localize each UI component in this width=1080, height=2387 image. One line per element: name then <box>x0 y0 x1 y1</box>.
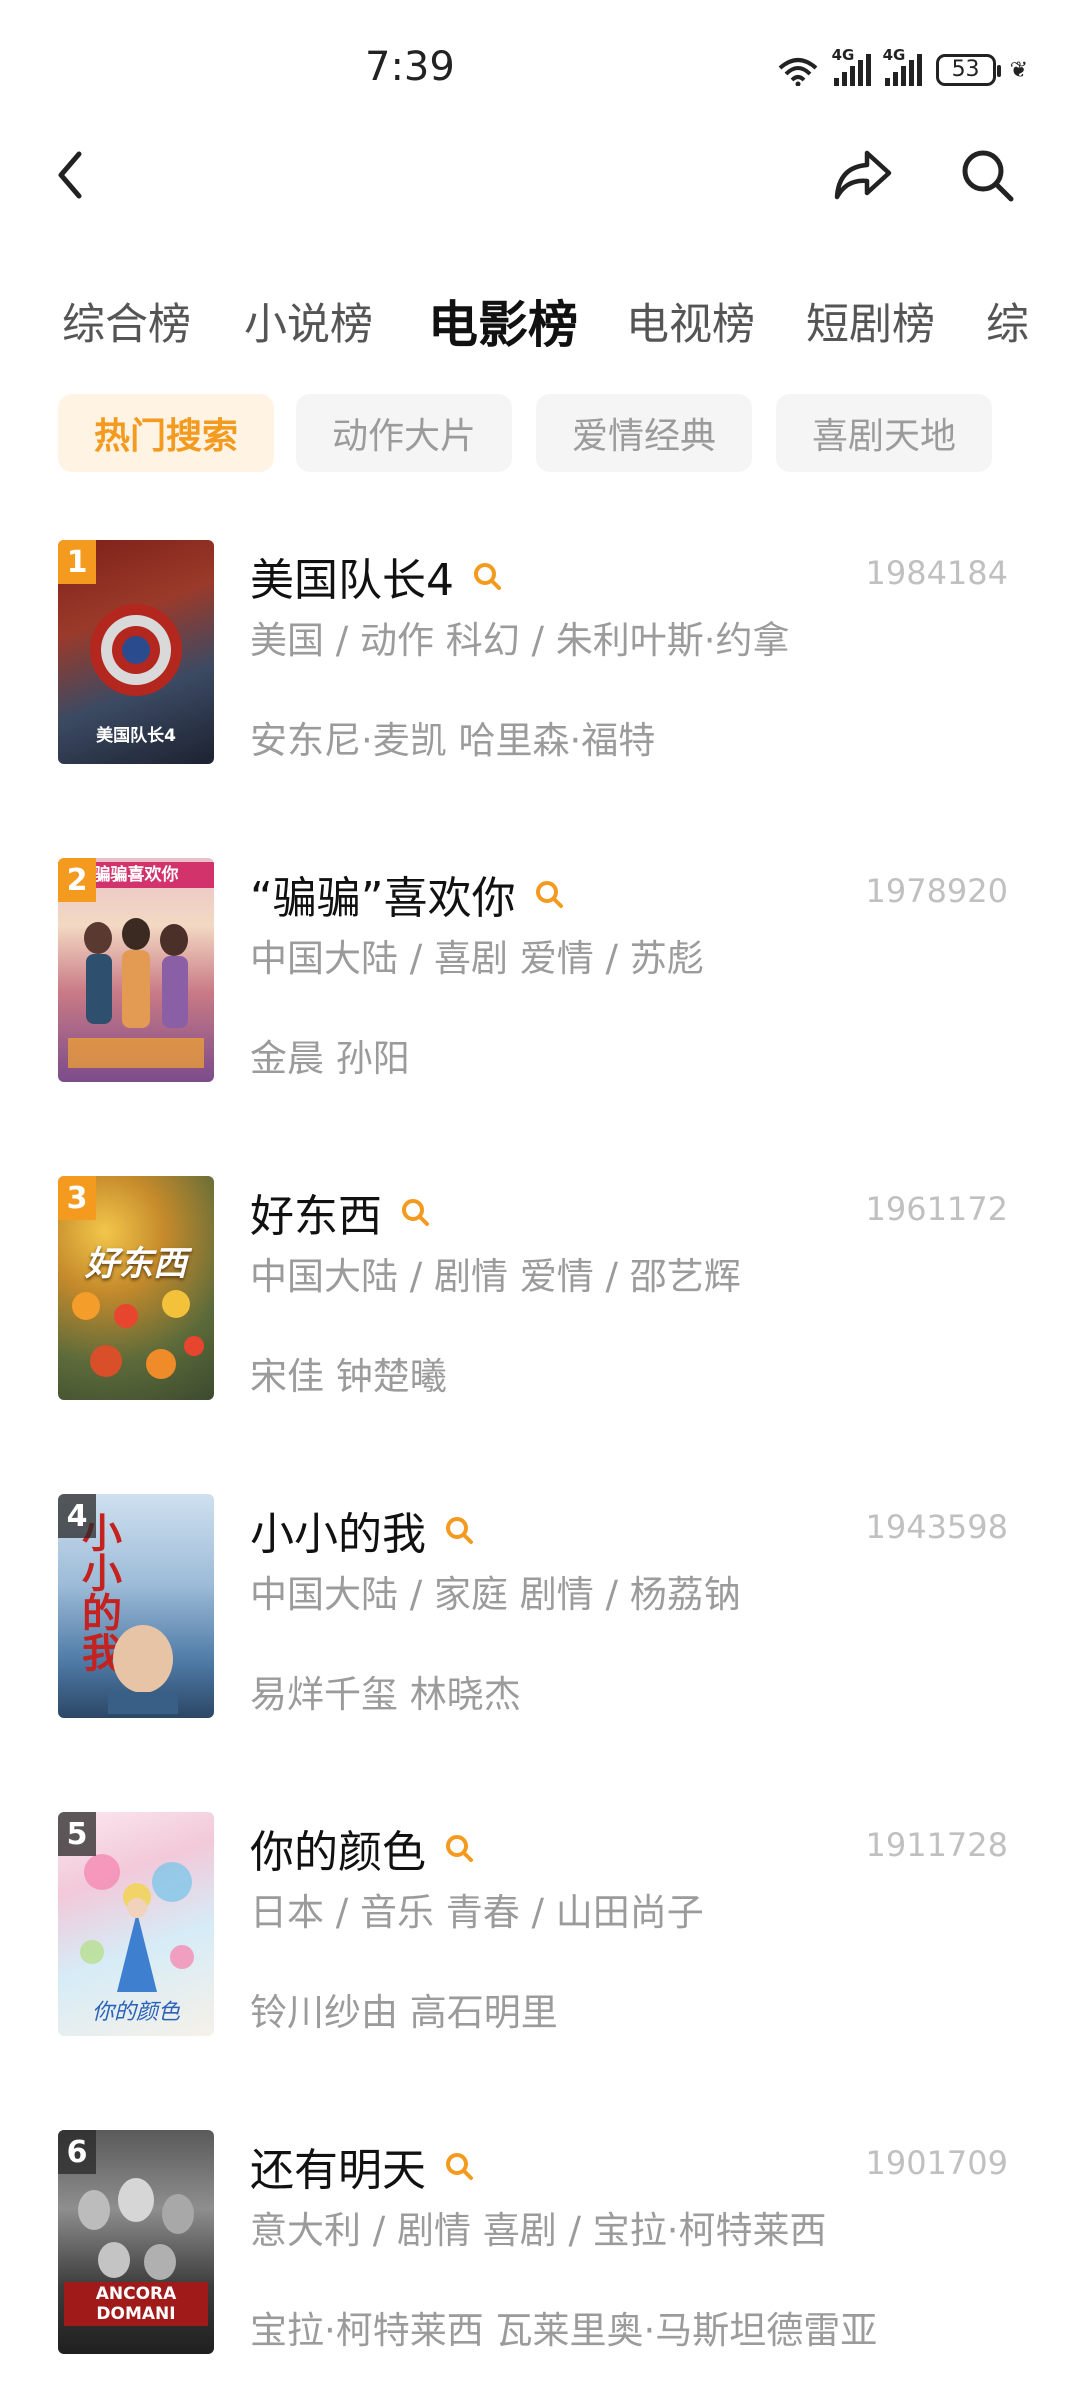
share-button[interactable] <box>828 140 898 210</box>
tab-overall[interactable]: 综合榜 <box>62 290 191 352</box>
search-count: 1943598 <box>865 1508 1008 1546</box>
title-row: “骗骗”喜欢你 <box>250 862 564 926</box>
movie-cast: 金晨 孙阳 <box>250 1037 410 1080</box>
movie-title: 小小的我 <box>250 1509 426 1560</box>
status-icons: 4G 4G 53 ❦ <box>776 46 1028 90</box>
movie-cast: 易烊千玺 林晓杰 <box>250 1673 521 1716</box>
shield-icon <box>90 604 182 696</box>
list-item[interactable]: 美国队长4 1 美国队长4 1984184 美国 / 动作 科幻 / 朱利叶斯·… <box>0 540 1080 780</box>
poster-figures <box>68 918 204 1068</box>
poster-title: ANCORA DOMANI <box>64 2282 208 2326</box>
movie-title: 美国队长4 <box>250 555 454 606</box>
poster: 小小的我 4 <box>58 1494 214 1718</box>
movie-meta: 日本 / 音乐 青春 / 山田尚子 <box>250 1891 704 1934</box>
movie-meta: 美国 / 动作 科幻 / 朱利叶斯·约拿 <box>250 619 790 662</box>
search-icon[interactable] <box>444 1833 474 1863</box>
tab-movie[interactable]: 电影榜 <box>428 290 578 357</box>
search-icon[interactable] <box>444 1515 474 1545</box>
movie-title: 你的颜色 <box>250 1827 426 1878</box>
chevron-left-icon <box>58 151 82 199</box>
movie-cast: 铃川纱由 高石明里 <box>250 1991 558 2034</box>
status-time: 7:39 <box>365 44 455 90</box>
filter-chips: 热门搜索 动作大片 爱情经典 喜剧天地 <box>0 394 1080 472</box>
rank-badge: 4 <box>58 1494 96 1538</box>
movie-title: 还有明天 <box>250 2145 426 2196</box>
movie-title: “骗骗”喜欢你 <box>250 873 516 924</box>
share-icon <box>834 150 892 200</box>
poster: ANCORA DOMANI 6 <box>58 2130 214 2354</box>
poster: 美国队长4 1 <box>58 540 214 764</box>
tab-tv[interactable]: 电视榜 <box>626 290 755 352</box>
list-item[interactable]: 骗骗喜欢你 2 “骗骗”喜欢你 1978920 中国大陆 / 喜剧 爱情 / 苏… <box>0 858 1080 1098</box>
poster-illustration <box>80 1854 194 1992</box>
search-icon[interactable] <box>472 561 502 591</box>
cellular-signal-icon-2: 4G <box>883 46 922 86</box>
status-bar: 7:39 4G 4G 53 ❦ <box>0 0 1080 140</box>
search-icon[interactable] <box>534 879 564 909</box>
tab-short-drama[interactable]: 短剧榜 <box>806 290 935 352</box>
poster-face <box>108 1625 178 1714</box>
header <box>0 140 1080 280</box>
chip-hot-search[interactable]: 热门搜索 <box>58 394 274 472</box>
cellular-signal-icon: 4G <box>832 46 871 86</box>
title-row: 好东西 <box>250 1180 430 1244</box>
movie-title: 好东西 <box>250 1191 382 1242</box>
tab-variety[interactable]: 综 <box>986 290 1029 352</box>
rank-badge: 6 <box>58 2130 96 2174</box>
rank-badge: 2 <box>58 858 96 902</box>
poster-title: 你的颜色 <box>91 2000 180 2025</box>
chip-romance[interactable]: 爱情经典 <box>536 394 752 472</box>
movie-meta: 中国大陆 / 喜剧 爱情 / 苏彪 <box>250 937 704 980</box>
chip-comedy[interactable]: 喜剧天地 <box>776 394 992 472</box>
poster: 好东西 3 <box>58 1176 214 1400</box>
poster: 骗骗喜欢你 2 <box>58 858 214 1082</box>
poster: 你的颜色 5 <box>58 1812 214 2036</box>
search-icon[interactable] <box>444 2151 474 2181</box>
poster-flowers <box>72 1290 204 1379</box>
rank-badge: 5 <box>58 1812 96 1856</box>
search-count: 1911728 <box>865 1826 1008 1864</box>
search-icon <box>962 150 1014 202</box>
search-count: 1961172 <box>865 1190 1008 1228</box>
list-item[interactable]: 你的颜色 5 你的颜色 1911728 日本 / 音乐 青春 / 山田尚子 铃川… <box>0 1812 1080 2052</box>
poster-title: 美国队长4 <box>96 726 176 746</box>
title-row: 你的颜色 <box>250 1816 474 1880</box>
back-button[interactable] <box>40 140 100 210</box>
title-row: 美国队长4 <box>250 544 502 608</box>
title-row: 小小的我 <box>250 1498 474 1562</box>
movie-meta: 意大利 / 剧情 喜剧 / 宝拉·柯特莱西 <box>250 2209 827 2252</box>
list-item[interactable]: ANCORA DOMANI 6 还有明天 1901709 意大利 / 剧情 喜剧… <box>0 2130 1080 2370</box>
search-count: 1984184 <box>865 554 1008 592</box>
search-button[interactable] <box>952 140 1022 210</box>
tab-novel[interactable]: 小说榜 <box>244 290 373 352</box>
poster-title: 好东西 <box>85 1244 187 1284</box>
movie-cast: 宋佳 钟楚曦 <box>250 1355 447 1398</box>
search-count: 1901709 <box>865 2144 1008 2182</box>
leaf-icon: ❦ <box>1009 57 1028 83</box>
movie-cast: 宝拉·柯特莱西 瓦莱里奥·马斯坦德雷亚 <box>250 2309 878 2352</box>
movie-meta: 中国大陆 / 剧情 爱情 / 邵艺辉 <box>250 1255 741 1298</box>
title-row: 还有明天 <box>250 2134 474 2198</box>
rank-badge: 3 <box>58 1176 96 1220</box>
movie-cast: 安东尼·麦凯 哈里森·福特 <box>250 719 656 762</box>
wifi-icon <box>778 58 817 86</box>
category-tabs: 综合榜 小说榜 电影榜 电视榜 短剧榜 综 <box>0 290 1080 360</box>
chip-action[interactable]: 动作大片 <box>296 394 512 472</box>
search-icon[interactable] <box>400 1197 430 1227</box>
list-item[interactable]: 好东西 3 好东西 1961172 中国大陆 / 剧情 爱情 / 邵艺辉 宋佳 … <box>0 1176 1080 1416</box>
rank-badge: 1 <box>58 540 96 584</box>
movie-meta: 中国大陆 / 家庭 剧情 / 杨荔钠 <box>250 1573 741 1616</box>
poster-faces <box>78 2178 194 2280</box>
battery-icon: 53 <box>935 54 1001 86</box>
list-item[interactable]: 小小的我 4 小小的我 1943598 中国大陆 / 家庭 剧情 / 杨荔钠 易… <box>0 1494 1080 1734</box>
search-count: 1978920 <box>865 872 1008 910</box>
